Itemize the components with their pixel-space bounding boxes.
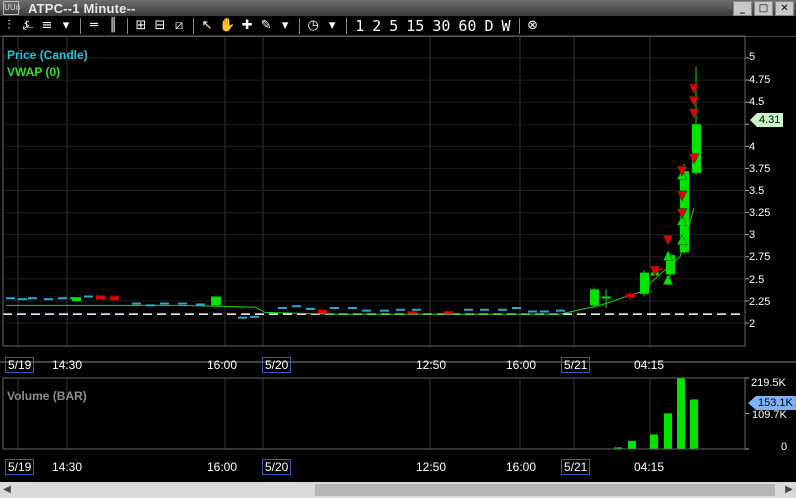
price-x-label: 12:50 bbox=[416, 358, 447, 372]
scrollbar-thumb[interactable] bbox=[315, 484, 775, 496]
volume-x-label: 5/19 bbox=[5, 459, 35, 475]
sell-signal-icon bbox=[688, 96, 700, 107]
volume-y-tick: 109.7K bbox=[752, 409, 787, 421]
window-controls: _ □ ✕ bbox=[733, 1, 794, 16]
volume-bar bbox=[628, 440, 636, 449]
volume-bar bbox=[664, 413, 672, 449]
price-candle bbox=[626, 293, 635, 298]
price-bar bbox=[306, 307, 315, 310]
chart-area[interactable] bbox=[0, 16, 796, 482]
price-candle bbox=[444, 311, 453, 316]
app-icon: UUo bbox=[3, 1, 21, 15]
price-bar bbox=[480, 308, 489, 311]
price-bar bbox=[464, 308, 473, 311]
price-candle bbox=[692, 124, 701, 173]
volume-bar bbox=[677, 378, 685, 449]
price-x-label: 5/20 bbox=[262, 357, 292, 373]
price-bar bbox=[44, 298, 53, 301]
price-bar bbox=[132, 302, 141, 305]
title-bar: UUo ATPC--1 Minute-- _ □ ✕ bbox=[0, 0, 796, 16]
price-bar bbox=[160, 302, 169, 305]
price-bar bbox=[498, 308, 507, 311]
price-bar bbox=[330, 306, 339, 309]
price-y-tick: 2 bbox=[749, 318, 756, 330]
price-bar bbox=[278, 306, 287, 309]
volume-y-tick: 0 bbox=[781, 441, 788, 453]
price-bar bbox=[412, 308, 421, 311]
price-candle bbox=[72, 297, 81, 302]
volume-x-label: 04:15 bbox=[634, 460, 665, 474]
price-x-label: 16:00 bbox=[207, 358, 238, 372]
horizontal-scrollbar[interactable]: ◀ ▶ bbox=[0, 482, 796, 498]
price-bar bbox=[512, 306, 521, 309]
price-candle bbox=[590, 289, 599, 306]
price-bar bbox=[196, 303, 205, 306]
last-price-marker: 4.31 bbox=[750, 113, 784, 127]
price-bar bbox=[540, 310, 549, 313]
price-candle bbox=[602, 296, 611, 299]
price-bar bbox=[396, 308, 405, 311]
price-candle bbox=[211, 296, 221, 306]
price-bar bbox=[362, 309, 371, 312]
price-y-tick: 5 bbox=[749, 51, 756, 63]
price-bar bbox=[18, 298, 27, 301]
price-y-tick: 3.25 bbox=[749, 207, 771, 219]
price-bar bbox=[380, 309, 389, 312]
scroll-left-icon[interactable]: ◀ bbox=[0, 482, 14, 498]
price-y-tick: 3 bbox=[749, 229, 756, 241]
price-bar bbox=[528, 310, 537, 313]
price-candle bbox=[96, 295, 105, 300]
price-candle bbox=[318, 309, 327, 314]
close-button[interactable]: ✕ bbox=[775, 1, 794, 16]
price-bar bbox=[348, 306, 357, 309]
sell-signal-icon bbox=[662, 234, 674, 246]
scroll-right-icon[interactable]: ▶ bbox=[782, 482, 796, 498]
price-bar bbox=[178, 302, 187, 305]
price-y-tick: 3.5 bbox=[749, 185, 765, 197]
price-candle bbox=[110, 296, 119, 301]
volume-legend[interactable]: Volume (BAR) bbox=[7, 389, 87, 403]
price-x-label: 04:15 bbox=[634, 358, 665, 372]
price-bar bbox=[250, 315, 259, 318]
price-x-label: 16:00 bbox=[506, 358, 537, 372]
price-bar bbox=[28, 297, 37, 300]
volume-bar bbox=[690, 399, 698, 449]
window-title: ATPC--1 Minute-- bbox=[28, 0, 136, 16]
volume-y-tick: 219.5K bbox=[751, 377, 786, 389]
volume-x-label: 16:00 bbox=[506, 460, 537, 474]
volume-x-label: 12:50 bbox=[416, 460, 447, 474]
price-bar bbox=[58, 297, 67, 300]
volume-pane-frame bbox=[2, 377, 746, 450]
price-candle bbox=[408, 311, 417, 316]
price-y-tick: 2.25 bbox=[749, 296, 771, 308]
sell-signal-icon bbox=[688, 108, 700, 120]
price-y-tick: 3.75 bbox=[749, 163, 771, 175]
price-y-tick: 4.75 bbox=[749, 74, 771, 86]
volume-x-label: 16:00 bbox=[207, 460, 238, 474]
volume-bar bbox=[650, 434, 658, 449]
price-x-label: 5/21 bbox=[561, 357, 591, 373]
price-bar bbox=[292, 305, 301, 308]
volume-x-label: 14:30 bbox=[52, 460, 83, 474]
price-bar bbox=[84, 295, 93, 298]
volume-x-label: 5/20 bbox=[262, 459, 292, 475]
price-x-label: 14:30 bbox=[52, 358, 83, 372]
volume-x-label: 5/21 bbox=[561, 459, 591, 475]
price-y-tick: 2.5 bbox=[749, 274, 765, 286]
price-y-tick: 4.5 bbox=[749, 96, 765, 108]
vwap-legend[interactable]: VWAP (0) bbox=[7, 65, 60, 79]
maximize-button[interactable]: □ bbox=[754, 1, 773, 16]
sell-signal-icon bbox=[688, 83, 700, 95]
minimize-button[interactable]: _ bbox=[733, 1, 752, 16]
price-bar bbox=[6, 297, 15, 300]
price-legend[interactable]: Price (Candle) bbox=[7, 48, 88, 62]
price-y-tick: 4 bbox=[749, 141, 756, 153]
buy-signal-icon bbox=[662, 274, 674, 285]
price-candle bbox=[640, 272, 649, 294]
price-bar bbox=[238, 316, 247, 319]
last-volume-marker: 153.1K bbox=[748, 396, 796, 410]
price-x-label: 5/19 bbox=[5, 357, 35, 373]
price-y-tick: 2.75 bbox=[749, 251, 771, 263]
price-bar bbox=[556, 309, 565, 312]
